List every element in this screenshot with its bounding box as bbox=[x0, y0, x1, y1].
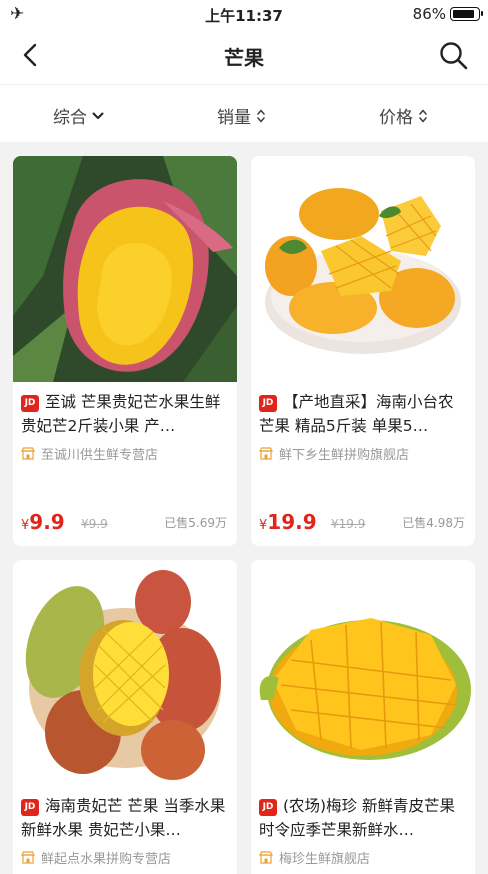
jd-badge-icon: JD bbox=[21, 395, 39, 412]
shop-name-row[interactable]: 鲜下乡生鲜拼购旗舰店 bbox=[259, 444, 467, 463]
sort-arrows-icon bbox=[257, 109, 265, 122]
sort-price[interactable]: 价格 bbox=[379, 103, 428, 128]
product-card[interactable]: JD (农场)梅珍 新鲜青皮芒果 时令应季芒果新鲜水… 梅珍生鲜旗舰店 bbox=[251, 560, 475, 874]
battery-icon bbox=[450, 7, 483, 21]
product-image[interactable] bbox=[13, 560, 237, 786]
shop-name: 鲜下乡生鲜拼购旗舰店 bbox=[279, 448, 410, 463]
shop-name: 至诚川供生鲜专营店 bbox=[41, 448, 159, 463]
sort-price-label: 价格 bbox=[379, 108, 413, 128]
product-card[interactable]: JD 海南贵妃芒 芒果 当季水果 新鲜水果 贵妃芒小果… 鲜起点水果拼购专营店 bbox=[13, 560, 237, 874]
sold-count: 已售5.69万 bbox=[164, 516, 227, 530]
jd-badge-icon: JD bbox=[21, 799, 39, 816]
product-name[interactable]: JD (农场)梅珍 新鲜青皮芒果 时令应季芒果新鲜水… bbox=[259, 794, 467, 842]
sort-sales-label: 销量 bbox=[217, 108, 251, 128]
current-price: ¥19.9 bbox=[259, 510, 317, 534]
current-price: ¥9.9 bbox=[21, 510, 65, 534]
shop-name: 梅珍生鲜旗舰店 bbox=[279, 852, 371, 867]
product-image[interactable] bbox=[251, 156, 475, 382]
sold-count: 已售4.98万 bbox=[402, 516, 465, 530]
jd-badge-icon: JD bbox=[259, 395, 277, 412]
shop-name-row[interactable]: 鲜起点水果拼购专营店 bbox=[21, 848, 229, 867]
status-bar: ✈ 上午11:37 86% bbox=[0, 0, 488, 28]
product-name[interactable]: JD 海南贵妃芒 芒果 当季水果 新鲜水果 贵妃芒小果… bbox=[21, 794, 229, 842]
product-card[interactable]: JD 至诚 芒果贵妃芒水果生鲜 贵妃芒2斤装小果 产… 至诚川供生鲜专营店 ¥9.… bbox=[13, 156, 237, 546]
product-name[interactable]: JD 至诚 芒果贵妃芒水果生鲜 贵妃芒2斤装小果 产… bbox=[21, 390, 229, 438]
sort-comprehensive-label: 综合 bbox=[53, 108, 87, 128]
store-icon bbox=[21, 851, 35, 864]
chevron-down-icon bbox=[92, 112, 104, 119]
product-card[interactable]: JD 【产地直采】海南小台农芒果 精品5斤装 单果5… 鲜下乡生鲜拼购旗舰店 ¥1… bbox=[251, 156, 475, 546]
jd-badge-icon: JD bbox=[259, 799, 277, 816]
product-image[interactable] bbox=[251, 560, 475, 786]
shop-name-row[interactable]: 梅珍生鲜旗舰店 bbox=[259, 848, 467, 867]
store-icon bbox=[21, 447, 35, 460]
price-row: ¥19.9 ¥19.9 已售4.98万 bbox=[259, 508, 465, 534]
sort-bar: 综合 销量 价格 bbox=[0, 84, 488, 142]
sort-comprehensive[interactable]: 综合 bbox=[53, 103, 104, 128]
shop-name: 鲜起点水果拼购专营店 bbox=[41, 852, 172, 867]
search-icon[interactable] bbox=[438, 40, 470, 72]
nav-bar: 芒果 bbox=[0, 28, 488, 84]
shop-name-row[interactable]: 至诚川供生鲜专营店 bbox=[21, 444, 229, 463]
product-image[interactable] bbox=[13, 156, 237, 382]
battery-percentage: 86% bbox=[412, 5, 446, 23]
price-row: ¥9.9 ¥9.9 已售5.69万 bbox=[21, 508, 227, 534]
product-name[interactable]: JD 【产地直采】海南小台农芒果 精品5斤装 单果5… bbox=[259, 390, 467, 438]
original-price: ¥9.9 bbox=[81, 517, 108, 531]
page-title: 芒果 bbox=[224, 46, 264, 70]
sort-sales[interactable]: 销量 bbox=[217, 103, 266, 128]
sort-arrows-icon bbox=[419, 109, 427, 122]
original-price: ¥19.9 bbox=[331, 517, 366, 531]
store-icon bbox=[259, 447, 273, 460]
store-icon bbox=[259, 851, 273, 864]
